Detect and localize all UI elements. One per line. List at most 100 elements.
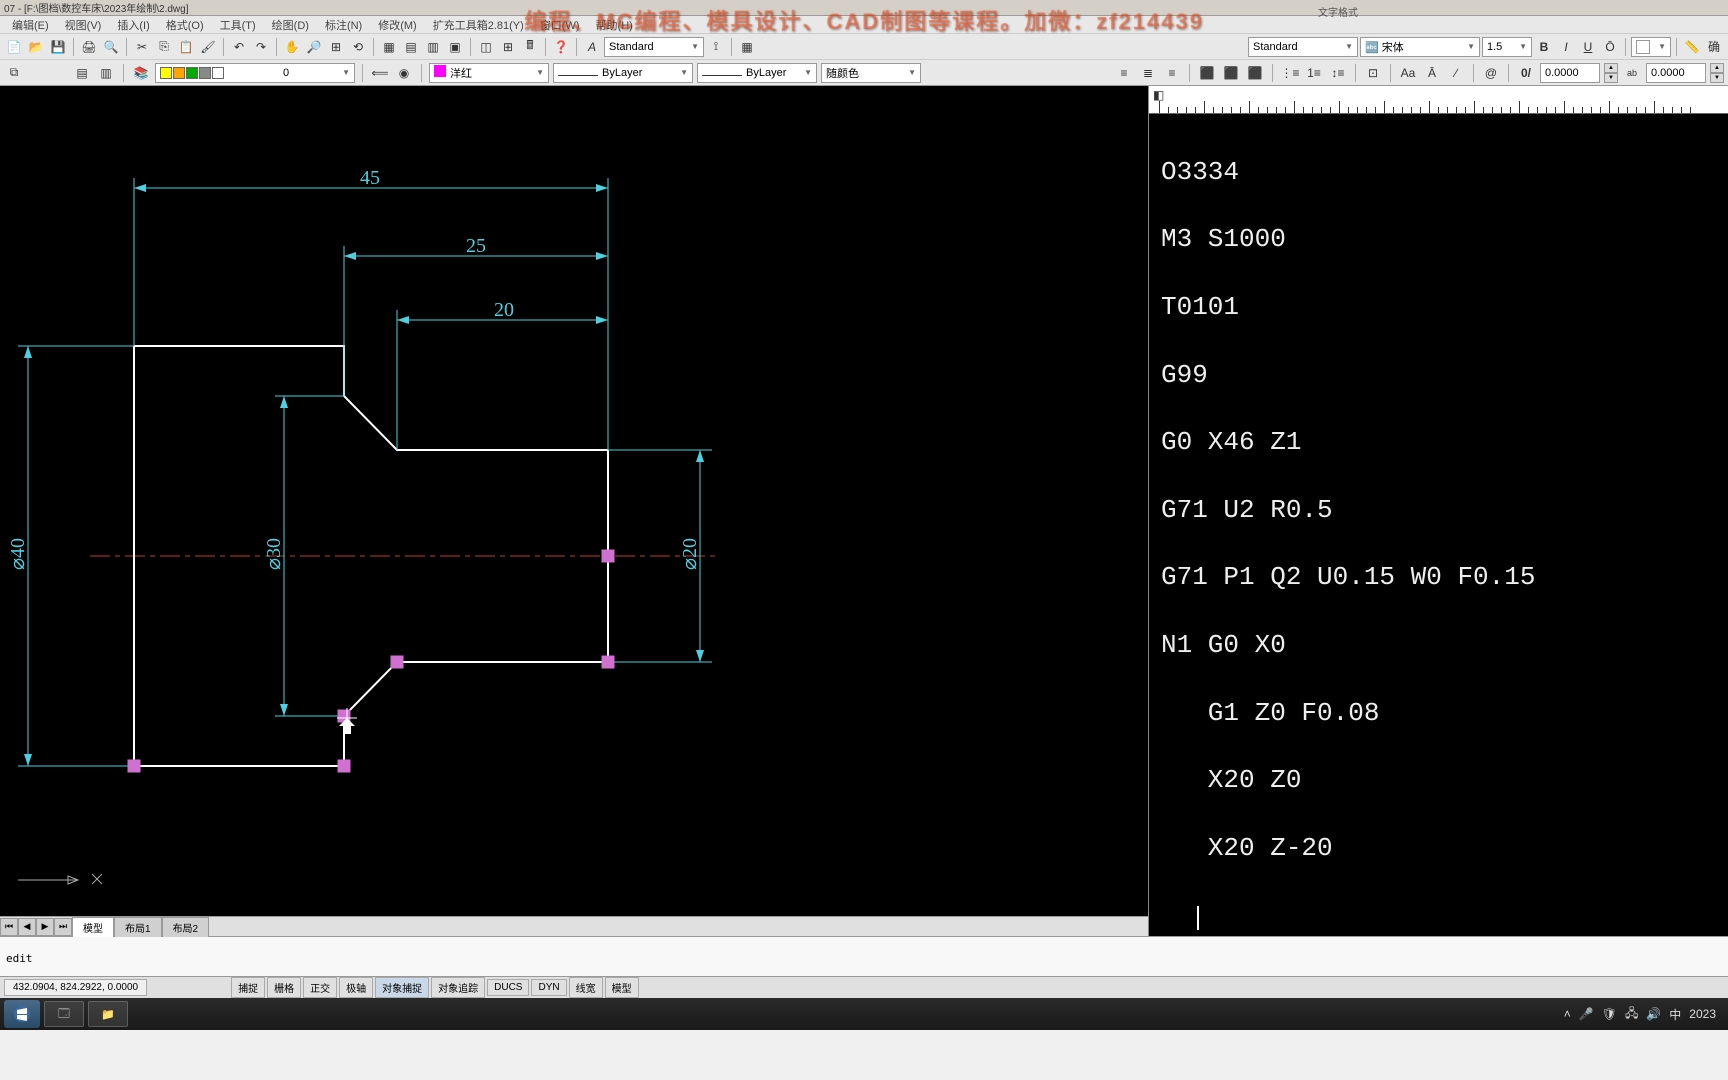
layer-iso-icon[interactable]: ◉	[394, 63, 414, 83]
color-dropdown[interactable]: 洋红 ▼	[429, 63, 549, 83]
dim-style-icon[interactable]: ⟟	[706, 37, 726, 57]
tracking-input[interactable]	[1540, 63, 1600, 83]
zoom-icon[interactable]: 🔎	[304, 37, 324, 57]
status-otrack[interactable]: 对象追踪	[431, 977, 485, 998]
pan-icon[interactable]: ✋	[282, 37, 302, 57]
linetype-dropdown[interactable]: ByLayer ▼	[553, 63, 693, 83]
numbering-icon[interactable]: 1≡	[1304, 63, 1324, 83]
tab-next-icon[interactable]: ▶	[36, 918, 54, 936]
status-grid[interactable]: 栅格	[267, 977, 301, 998]
menu-help[interactable]: 帮助(H)	[588, 17, 641, 33]
plotstyle-dropdown[interactable]: 随颜色 ▼	[821, 63, 921, 83]
save-icon[interactable]: 💾	[48, 37, 68, 57]
ruler-icon[interactable]: 📏	[1682, 37, 1702, 57]
linespace-icon[interactable]: ↕≡	[1328, 63, 1348, 83]
tray-mic-icon[interactable]: 🎤	[1579, 1007, 1594, 1021]
layer-manager-icon[interactable]: 📚	[131, 63, 151, 83]
menu-insert[interactable]: 插入(I)	[109, 17, 157, 33]
bullets-icon[interactable]: ⋮≡	[1280, 63, 1300, 83]
width-factor-icon[interactable]: ab	[1622, 63, 1642, 83]
design-center-icon[interactable]: ▤	[401, 37, 421, 57]
align-right-icon[interactable]: ≡	[1162, 63, 1182, 83]
symbol-icon[interactable]: Ā	[1422, 63, 1442, 83]
tracking-icon[interactable]: 0/	[1516, 63, 1536, 83]
at-icon[interactable]: @	[1481, 63, 1501, 83]
ok-button[interactable]: 确	[1704, 37, 1724, 57]
menu-tools[interactable]: 工具(T)	[212, 17, 264, 33]
block-icon[interactable]: ◫	[476, 37, 496, 57]
gcode-content[interactable]: O3334 M3 S1000 T0101 G99 G0 X46 Z1 G71 U…	[1149, 114, 1728, 975]
status-ducs[interactable]: DUCS	[487, 979, 529, 996]
preview-icon[interactable]: 🔍	[101, 37, 121, 57]
menu-view[interactable]: 视图(V)	[57, 17, 110, 33]
tab-first-icon[interactable]: ⏮	[0, 918, 18, 936]
text-style-dropdown[interactable]: Standard▼	[604, 37, 704, 57]
status-lwt[interactable]: 线宽	[569, 977, 603, 998]
tray-ime[interactable]: 中	[1669, 1006, 1681, 1023]
italic-button[interactable]: I	[1556, 37, 1576, 57]
open-icon[interactable]: 📂	[26, 37, 46, 57]
mtext-style-dropdown[interactable]: Standard▼	[1248, 37, 1358, 57]
start-button[interactable]	[4, 1000, 40, 1028]
task-app1[interactable]: 🗔	[44, 1001, 84, 1027]
drawing-canvas[interactable]: 45 25 20 ⌀40 ⌀30	[0, 86, 1148, 936]
status-ortho[interactable]: 正交	[303, 977, 337, 998]
help-icon[interactable]: ❓	[551, 37, 571, 57]
tray-clock[interactable]: 2023	[1689, 1007, 1716, 1021]
props-icon[interactable]: ▦	[379, 37, 399, 57]
redo-icon[interactable]: ↷	[251, 37, 271, 57]
task-explorer[interactable]: 📁	[88, 1001, 128, 1027]
new-icon[interactable]: 📄	[4, 37, 24, 57]
oblique-icon[interactable]: ∕	[1446, 63, 1466, 83]
align-center-icon[interactable]: ≣	[1138, 63, 1158, 83]
lineweight-dropdown[interactable]: ByLayer ▼	[697, 63, 817, 83]
menu-draw[interactable]: 绘图(D)	[264, 17, 317, 33]
layer-prev-icon[interactable]: ⟸	[370, 63, 390, 83]
status-osnap[interactable]: 对象捕捉	[375, 977, 429, 998]
textstyle-icon[interactable]: A	[582, 37, 602, 57]
grip-icon[interactable]	[128, 760, 140, 772]
status-model[interactable]: 模型	[605, 977, 639, 998]
quickselect-icon[interactable]: ⧉	[4, 63, 24, 83]
width-input[interactable]	[1646, 63, 1706, 83]
cut-icon[interactable]: ✂	[132, 37, 152, 57]
table-icon[interactable]: ⊞	[498, 37, 518, 57]
field-icon[interactable]: ⊡	[1363, 63, 1383, 83]
justify-tr-icon[interactable]: ⬛	[1245, 63, 1265, 83]
zoom-prev-icon[interactable]: ⟲	[348, 37, 368, 57]
ruler-indent-icon[interactable]: ◧	[1153, 88, 1164, 102]
mtext-editor[interactable]: ◧ O3334 M3 S1000 T0101 G99 G0 X46 Z1 G71…	[1148, 86, 1728, 936]
status-dyn[interactable]: DYN	[531, 979, 566, 996]
tray-shield-icon[interactable]: 🛡	[1602, 1007, 1617, 1021]
textcolor-dropdown[interactable]: ▼	[1631, 37, 1671, 57]
paste-icon[interactable]: 📋	[176, 37, 196, 57]
uppercase-icon[interactable]: Aa	[1398, 63, 1418, 83]
zoom-window-icon[interactable]: ⊞	[326, 37, 346, 57]
layer-dropdown[interactable]: 0 ▼	[155, 63, 355, 83]
tray-up-icon[interactable]: ˄	[1564, 1007, 1571, 1021]
menu-dim[interactable]: 标注(N)	[317, 17, 370, 33]
copy-icon[interactable]: ⎘	[154, 37, 174, 57]
menu-format[interactable]: 格式(O)	[158, 17, 212, 33]
ruler[interactable]: ◧	[1149, 86, 1728, 114]
align-left-icon[interactable]: ≡	[1114, 63, 1134, 83]
layer-props-icon[interactable]: ▤	[72, 63, 92, 83]
tab-last-icon[interactable]: ⏭	[54, 918, 72, 936]
menu-edit[interactable]: 编辑(E)	[4, 17, 57, 33]
justify-tl-icon[interactable]: ⬛	[1197, 63, 1217, 83]
tab-layout2[interactable]: 布局2	[162, 917, 210, 937]
tray-volume-icon[interactable]: 🔊	[1646, 1007, 1661, 1021]
tab-layout1[interactable]: 布局1	[114, 917, 162, 937]
print-icon[interactable]: 🖨	[79, 37, 99, 57]
tab-prev-icon[interactable]: ◀	[18, 918, 36, 936]
undo-icon[interactable]: ↶	[229, 37, 249, 57]
tracking-spinner[interactable]: ▲▼	[1604, 63, 1618, 83]
width-spinner[interactable]: ▲▼	[1710, 63, 1724, 83]
grip-icon[interactable]	[602, 550, 614, 562]
grip-icon[interactable]	[338, 760, 350, 772]
font-dropdown[interactable]: 🔤 宋体▼	[1360, 37, 1480, 57]
grip-icon[interactable]	[391, 656, 403, 668]
sheet-set-icon[interactable]: ▣	[445, 37, 465, 57]
underline-button[interactable]: U	[1578, 37, 1598, 57]
table-style-icon[interactable]: ▦	[737, 37, 757, 57]
